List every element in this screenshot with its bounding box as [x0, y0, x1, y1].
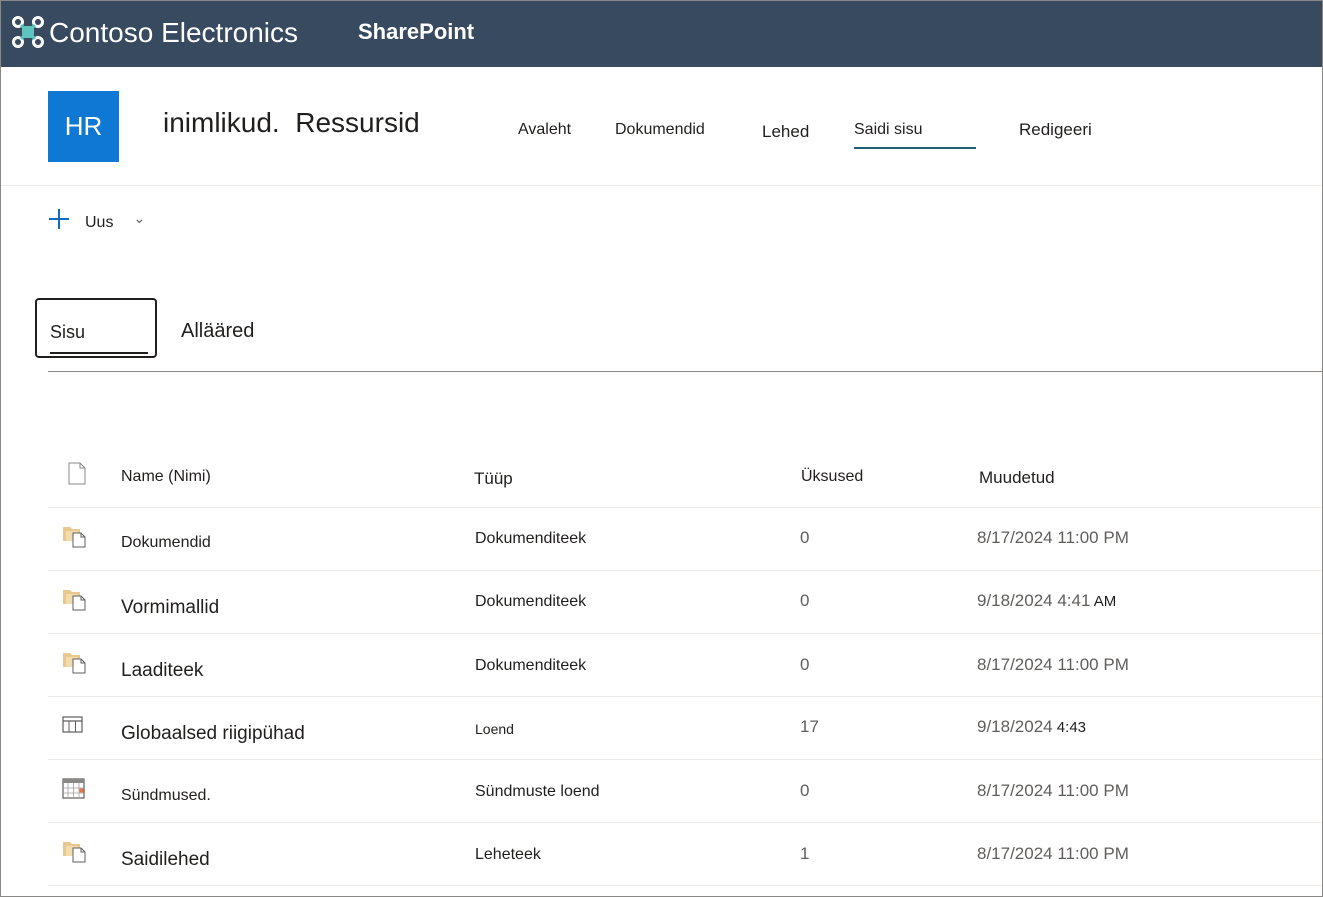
table-row[interactable]: Dokumendid Dokumenditeek 0 8/17/2024 11:… — [48, 508, 1322, 571]
nav-item-site-contents[interactable]: Saidi sisu — [854, 121, 976, 149]
item-modified: 8/17/2024 11:00 PM — [977, 528, 1129, 547]
table-row[interactable]: Sündmused. Sündmuste loend 0 8/17/2024 1… — [48, 760, 1322, 823]
tab-contents-label: Sisu — [50, 322, 86, 342]
item-name[interactable]: Globaalsed riigipühad — [121, 723, 305, 745]
item-modified: 9/18/2024 4:41 AM — [977, 591, 1117, 610]
item-modified: 8/17/2024 11:00 PM — [977, 844, 1129, 863]
table-row[interactable]: Vormimallid Dokumenditeek 0 9/18/2024 4:… — [48, 571, 1322, 634]
item-count: 0 — [800, 528, 810, 547]
table-row[interactable]: Laaditeek Dokumenditeek 0 8/17/2024 11:0… — [48, 634, 1322, 697]
table-row[interactable]: Globaalsed riigipühad Loend 17 9/18/2024… — [48, 697, 1322, 760]
org-name[interactable]: Contoso Electronics — [49, 17, 298, 49]
new-button[interactable]: Uus ⌄ — [48, 206, 145, 232]
list-icon — [62, 716, 83, 733]
file-type-icon[interactable] — [68, 462, 86, 485]
item-count: 0 — [800, 655, 810, 674]
item-name[interactable]: Laaditeek — [121, 660, 203, 682]
document-library-icon — [63, 527, 86, 548]
item-name[interactable]: Vormimallid — [121, 597, 219, 619]
column-header-modified[interactable]: Muudetud — [979, 468, 1055, 488]
suite-bar: Contoso Electronics SharePoint — [1, 1, 1322, 67]
column-header-type[interactable]: Tüüp — [474, 469, 513, 489]
site-title[interactable]: inimlikud. Ressursid — [163, 107, 420, 139]
table-header: Name (Nimi) Tüüp Üksused Muudetud — [48, 444, 1322, 508]
item-type: Dokumenditeek — [475, 593, 587, 610]
item-count: 0 — [800, 781, 810, 800]
site-header: HR inimlikud. Ressursid Avaleht Dokumend… — [1, 67, 1322, 186]
item-type: Leheteek — [475, 846, 541, 863]
item-modified: 8/17/2024 11:00 PM — [977, 781, 1129, 800]
nav-item-home[interactable]: Avaleht — [518, 121, 571, 139]
nav-item-documents[interactable]: Dokumendid — [615, 121, 705, 139]
calendar-icon — [62, 778, 85, 799]
sharepoint-window: Contoso Electronics SharePoint HR inimli… — [0, 0, 1323, 897]
pivot-divider — [48, 371, 1322, 372]
plus-icon — [48, 208, 70, 230]
item-type: Dokumenditeek — [475, 530, 587, 547]
document-library-icon — [63, 590, 86, 611]
tab-contents[interactable]: Sisu — [35, 298, 157, 358]
document-library-icon — [63, 653, 86, 674]
contoso-logo-icon[interactable] — [11, 15, 45, 49]
chevron-down-icon[interactable]: ⌄ — [133, 210, 145, 227]
item-count: 17 — [800, 717, 819, 736]
tab-subsites[interactable]: Allääred — [181, 320, 254, 343]
column-header-items[interactable]: Üksused — [801, 468, 863, 486]
item-name[interactable]: Dokumendid — [121, 534, 211, 552]
item-type: Loend — [475, 721, 514, 737]
document-library-icon — [63, 842, 86, 863]
item-type: Dokumenditeek — [475, 657, 587, 674]
item-modified: 8/17/2024 11:00 PM — [977, 655, 1129, 674]
item-modified: 9/18/2024 4:43 — [977, 717, 1087, 736]
item-count: 0 — [800, 591, 810, 610]
nav-item-edit[interactable]: Redigeeri — [1019, 120, 1092, 140]
site-contents-table: Name (Nimi) Tüüp Üksused Muudetud Dokume… — [48, 444, 1322, 886]
table-row[interactable]: Saidilehed Leheteek 1 8/17/2024 11:00 PM — [48, 823, 1322, 886]
item-name[interactable]: Sündmused. — [121, 787, 211, 805]
app-name[interactable]: SharePoint — [358, 19, 474, 45]
tab-selected-indicator — [50, 352, 148, 354]
site-logo[interactable]: HR — [48, 91, 119, 162]
item-count: 1 — [800, 844, 810, 863]
column-header-name[interactable]: Name (Nimi) — [121, 468, 211, 486]
nav-item-pages[interactable]: Lehed — [762, 122, 809, 142]
new-label: Uus — [85, 214, 114, 231]
item-name[interactable]: Saidilehed — [121, 849, 210, 871]
item-type: Sündmuste loend — [475, 783, 600, 800]
